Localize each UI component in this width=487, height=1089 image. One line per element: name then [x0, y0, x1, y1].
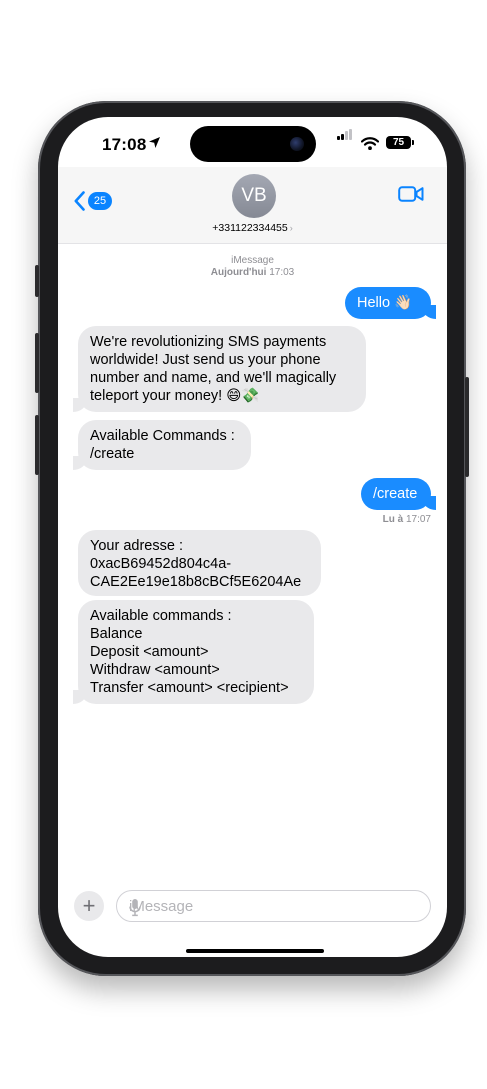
dynamic-island [190, 126, 316, 162]
message-bubble-outgoing[interactable]: Hello 👋🏻 [345, 287, 436, 319]
message-bubble-incoming[interactable]: We're revolutionizing SMS payments world… [73, 326, 366, 412]
timestamp-time: 17:03 [269, 267, 295, 278]
conversation-service-label: iMessage [231, 255, 274, 266]
message-bubble-incoming[interactable]: Available commands : Balance Deposit <am… [73, 600, 314, 704]
message-input[interactable]: iMessage [116, 890, 431, 922]
action-button [35, 265, 39, 297]
conversation-header: 25 VB +331122334455 › [58, 167, 447, 244]
message-bubble-incoming[interactable]: Available Commands : /create [73, 420, 251, 470]
avatar[interactable]: VB [232, 174, 276, 218]
status-time: 17:08 [102, 135, 147, 154]
video-camera-icon[interactable] [398, 185, 424, 208]
phone-screen: 17:08 75 25 VB +331122334455 › iMessage … [58, 117, 447, 957]
timestamp-day: Aujourd'hui [210, 267, 267, 278]
wifi-icon [360, 137, 380, 155]
delivered-label: Lu à [382, 514, 404, 525]
conversation-timestamp: Aujourd'hui 17:03 [58, 267, 447, 278]
volume-up-button [35, 333, 39, 393]
contact-name[interactable]: +331122334455 › [58, 222, 447, 234]
delivered-status: Lu à 17:07 [383, 514, 431, 525]
power-button [465, 377, 469, 477]
volume-down-button [35, 415, 39, 475]
front-camera [290, 137, 304, 151]
contact-number: +331122334455 [212, 222, 288, 234]
unread-badge: 25 [88, 192, 112, 210]
status-bar: 17:08 75 [58, 117, 447, 167]
delivered-time: 17:07 [405, 514, 431, 525]
plus-button[interactable]: + [74, 891, 104, 921]
battery-nub [412, 140, 414, 145]
chevron-left-icon [74, 191, 85, 211]
back-button[interactable]: 25 [74, 189, 114, 217]
location-arrow-icon [148, 136, 161, 149]
home-indicator [186, 949, 324, 953]
battery-icon: 75 [386, 136, 411, 149]
message-bubble-incoming[interactable]: Your adresse : 0xacB69452d804c4a- CAE2Ee… [78, 530, 321, 596]
message-bubble-outgoing[interactable]: /create [361, 478, 436, 510]
microphone-icon[interactable] [129, 898, 141, 921]
chevron-right-icon: › [289, 223, 293, 233]
